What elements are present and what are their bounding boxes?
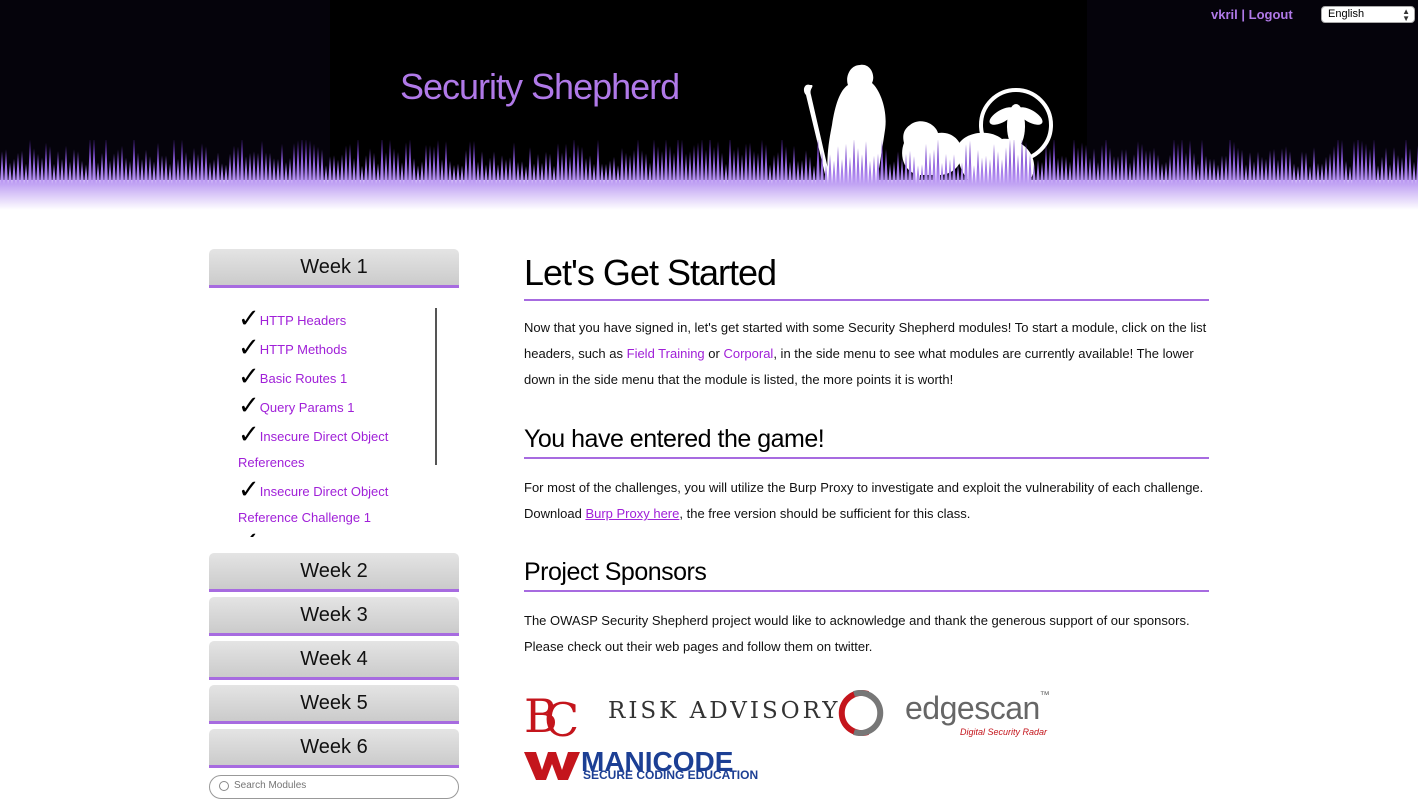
module-link[interactable]: HTTP Methods [260,342,347,357]
module-item[interactable]: ✓HTTP Methods [238,334,428,363]
logout-link[interactable]: Logout [1249,7,1293,22]
module-link[interactable]: Query Params 1 [260,400,355,415]
select-arrows-icon: ▲ ▼ [1402,7,1410,23]
username-link[interactable]: vkril [1211,7,1238,22]
site-header: Security Shepherd vkril | Logout English… [0,0,1418,210]
completed-check-icon: ✓ [238,332,260,362]
module-item[interactable]: ✓HTTP Headers [238,305,428,334]
module-item[interactable]: ✓Basic Routes 1 [238,363,428,392]
module-item[interactable]: ✓Insecure Direct Object Reference Challen… [238,476,428,531]
module-link-continued[interactable]: Reference Challenge 1 [238,510,371,525]
game-heading: You have entered the game! [524,422,1209,459]
week-1-header[interactable]: Week 1 [209,249,459,288]
search-icon [219,781,229,791]
module-link-continued[interactable]: References [238,455,304,470]
edgescan-logo[interactable]: edgescan™ [905,690,1050,727]
week-6-header[interactable]: Week 6 [209,729,459,768]
corporal-link[interactable]: Corporal [723,346,773,361]
module-link[interactable]: Basic Routes 1 [260,371,347,386]
module-link[interactable]: Insecure Direct Object [260,429,389,444]
sponsors-paragraph: The OWASP Security Shepherd project woul… [524,613,1190,654]
completed-check-icon: ✓ [238,419,260,449]
module-item[interactable]: ✓Query Params 1 [238,392,428,421]
intro-paragraph: Now that you have signed in, let's get s… [524,315,1209,393]
module-item-partial: ✓ [238,528,428,537]
week-5-header[interactable]: Week 5 [209,685,459,724]
week-3-header[interactable]: Week 3 [209,597,459,636]
completed-check-icon: ✓ [238,361,260,391]
week-4-header[interactable]: Week 4 [209,641,459,680]
edgescan-trademark: ™ [1039,690,1050,701]
field-training-link[interactable]: Field Training [627,346,705,361]
completed-check-icon: ✓ [238,474,260,504]
manicode-tagline: SECURE CODING EDUCATION [583,768,759,782]
risk-advisory-logo[interactable]: RISK ADVISORY [608,698,840,724]
user-separator: | [1241,7,1246,22]
language-selected: English [1328,8,1365,20]
bcc-logo[interactable]: B C [524,688,588,742]
grass-decoration [0,140,1418,210]
language-select[interactable]: English ▲ ▼ [1321,6,1415,23]
module-link[interactable]: HTTP Headers [260,313,346,328]
edgescan-name: edgescan [905,690,1040,726]
search-modules-box[interactable] [209,775,459,799]
module-link[interactable]: Insecure Direct Object [260,484,389,499]
completed-check-icon: ✓ [238,526,260,537]
week-2-header[interactable]: Week 2 [209,553,459,592]
burp-proxy-link[interactable]: Burp Proxy here [585,506,679,521]
completed-check-icon: ✓ [238,303,260,333]
search-modules-input[interactable] [234,780,434,791]
game-text: , the free version should be sufficient … [679,506,971,521]
module-item[interactable]: ✓Insecure Direct Object References [238,421,428,476]
main-content: Let's Get Started Now that you have sign… [524,250,1209,660]
module-list-scrollbar[interactable] [435,308,437,465]
user-links: vkril | Logout [1211,7,1293,22]
manicode-icon [524,752,580,780]
completed-check-icon: ✓ [238,390,260,420]
page-title: Let's Get Started [524,250,1209,301]
sponsor-logos: B C RISK ADVISORY edgescan™ Digital Secu… [524,686,1064,786]
sponsors-heading: Project Sponsors [524,555,1209,592]
intro-text: or [704,346,724,361]
game-paragraph: For most of the challenges, you will uti… [524,475,1209,527]
edgescan-icon [838,690,884,736]
week-1-module-list: ✓HTTP Headers ✓HTTP Methods ✓Basic Route… [209,289,459,537]
edgescan-tagline: Digital Security Radar [960,727,1048,737]
svg-text:C: C [544,693,579,742]
site-title: Security Shepherd [400,66,680,107]
